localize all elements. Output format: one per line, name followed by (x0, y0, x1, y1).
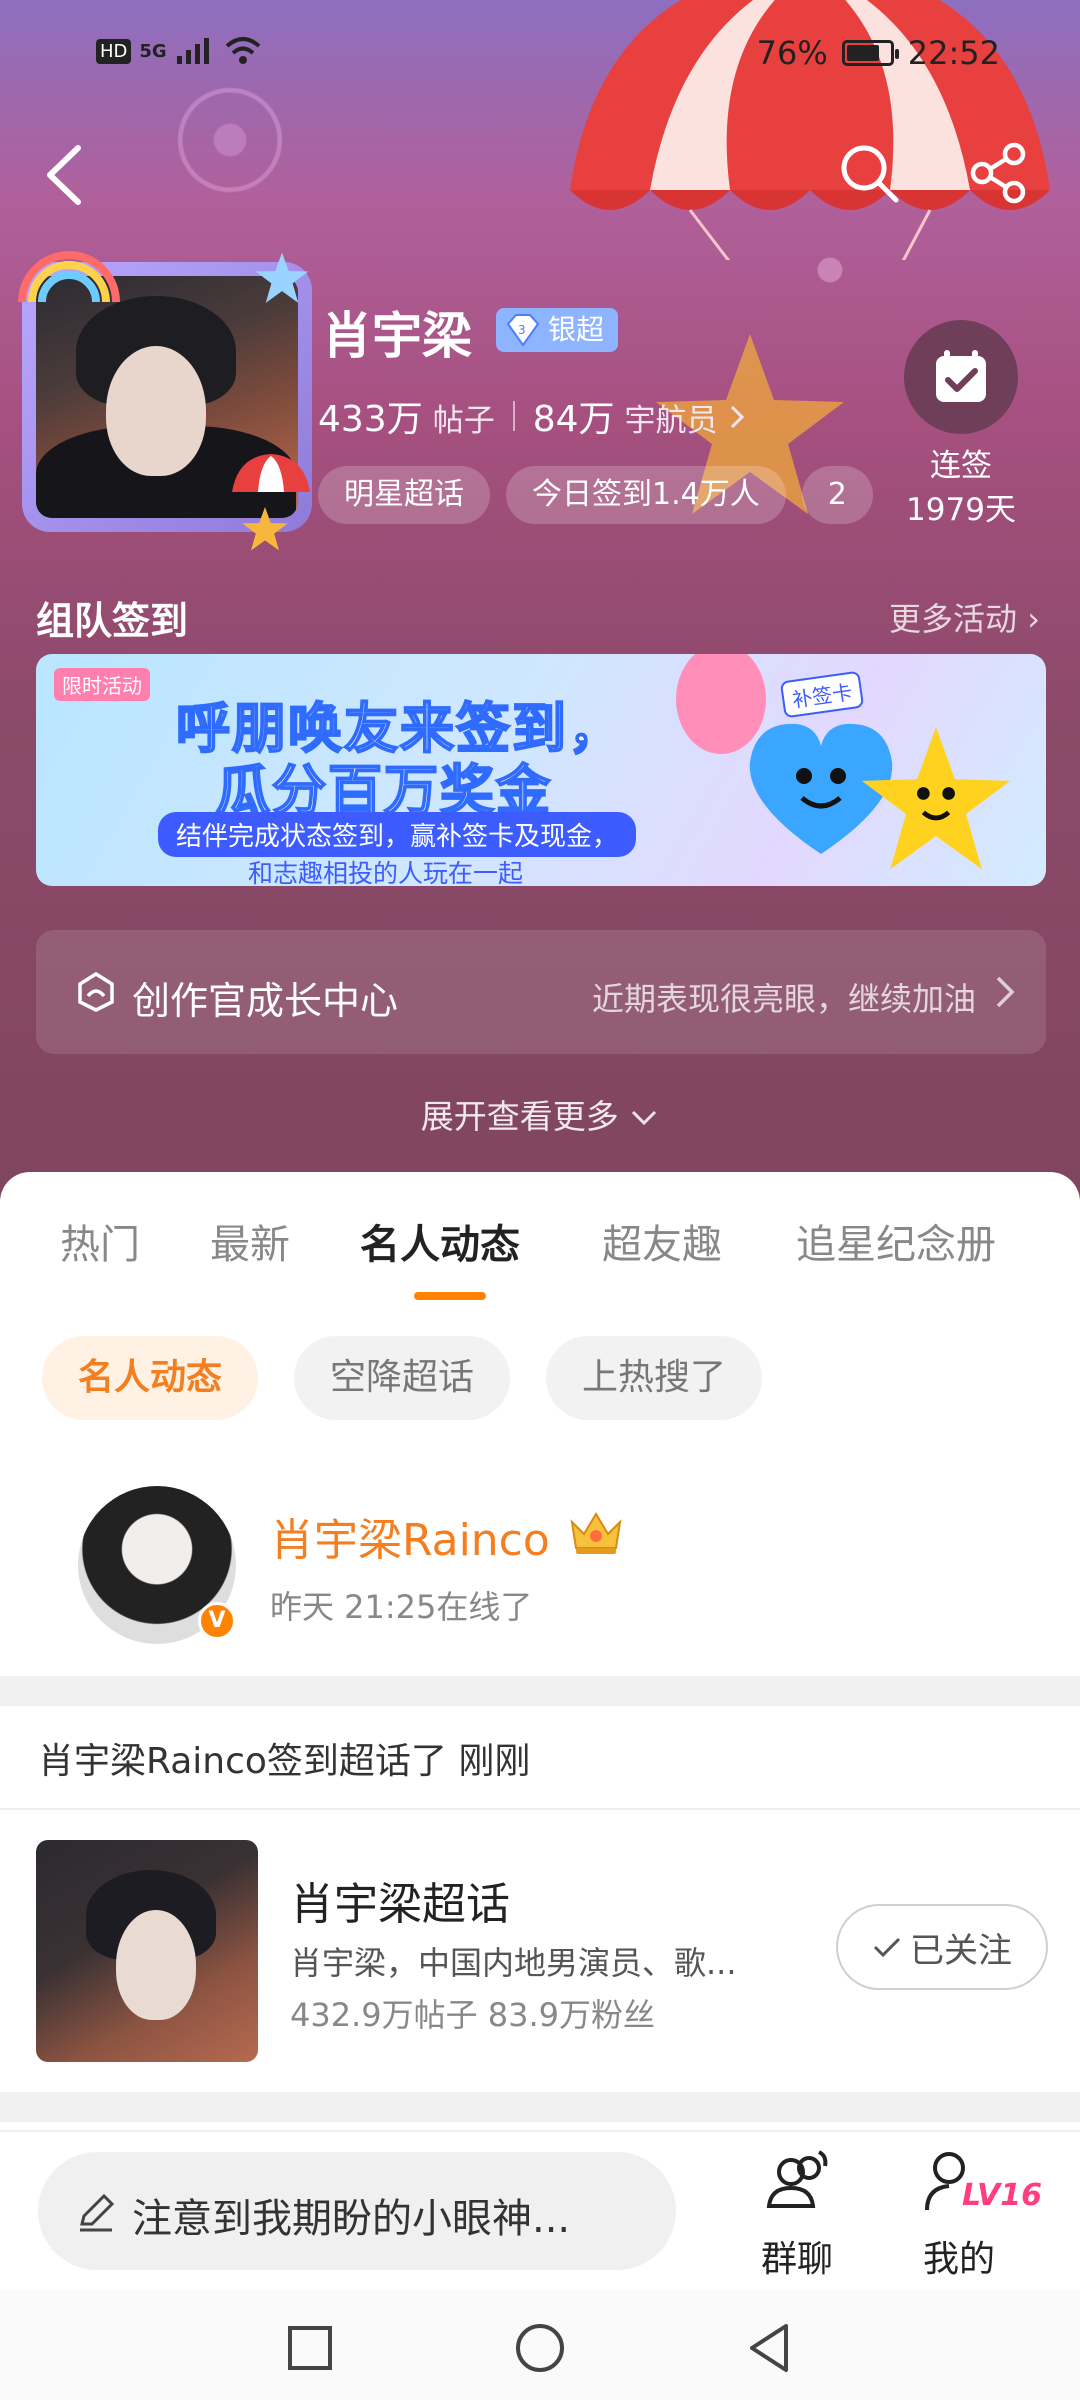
creator-center-note: 近期表现很亮眼，继续加油 (591, 980, 976, 1018)
stats-separator (512, 401, 515, 431)
star-sticker-icon (255, 252, 309, 303)
comment-placeholder: 注意到我期盼的小眼神... (132, 2196, 571, 2242)
filter-celebrity-updates[interactable]: 名人动态 (42, 1336, 259, 1420)
calendar-check-icon (936, 350, 986, 402)
section-divider (0, 2092, 1080, 2122)
recent-apps-icon[interactable] (282, 2320, 338, 2376)
celebrity-online-status: 昨天 21:25在线了 (270, 1588, 533, 1626)
chevron-right-icon (730, 405, 744, 429)
pencil-icon (80, 2193, 115, 2232)
tab-bar: 热门 最新 名人动态 超友趣 追星纪念册 (0, 1212, 1080, 1300)
tab-latest[interactable]: 最新 (210, 1212, 290, 1270)
back-arrow-icon[interactable] (36, 140, 96, 210)
comment-input[interactable]: 注意到我期盼的小眼神... (38, 2152, 676, 2270)
rank-badge-label: 银超 (548, 313, 605, 346)
section-divider (0, 1676, 1080, 1706)
share-icon[interactable] (966, 140, 1032, 206)
chip-star-topic[interactable]: 明星超话 (318, 466, 490, 524)
members-count: 84万 (532, 399, 615, 440)
chip-today-checkin[interactable]: 今日签到1.4万人 (506, 466, 786, 524)
chevron-right-icon (996, 976, 1015, 1008)
svg-text:3: 3 (518, 323, 526, 337)
members-unit: 宇航员 (624, 403, 718, 439)
tab-fan-album[interactable]: 追星纪念册 (796, 1212, 996, 1270)
bottom-action-bar: 注意到我期盼的小眼神... 群聊 LV16 我的 (0, 2130, 1080, 2290)
status-bar: HD 5G 76% 22:52 (0, 0, 1080, 110)
topic-card-stats: 432.9万帖子 83.9万粉丝 (290, 1996, 656, 2034)
creator-center-title: 创作官成长中心 (132, 979, 399, 1023)
chevron-down-icon (632, 1110, 657, 1126)
more-activity-label: 更多活动 (889, 600, 1018, 638)
checkin-label: 连签 (930, 448, 992, 484)
clock: 22:52 (907, 34, 1000, 72)
back-icon[interactable] (742, 2320, 798, 2376)
mine-button[interactable]: LV16 我的 (904, 2144, 1042, 2282)
topic-card-description: 肖宇梁，中国内地男演员、歌... (290, 1944, 737, 1982)
signal-icon: 5G (139, 40, 167, 62)
status-icons: HD 5G (96, 36, 263, 66)
group-chat-icon (766, 2150, 828, 2208)
rainbow-icon (18, 251, 120, 303)
status-right: 76% 22:52 (757, 34, 1000, 72)
expand-more-button[interactable]: 展开查看更多 (0, 1090, 1080, 1138)
tab-celebrity-updates[interactable]: 名人动态 (360, 1212, 520, 1270)
chevron-right-icon: › (1027, 600, 1040, 638)
topic-card-title[interactable]: 肖宇梁超话 (290, 1868, 510, 1932)
filter-chips: 名人动态 空降超话 上热搜了 (42, 1336, 763, 1420)
checkin-days: 1979天 (906, 492, 1016, 528)
more-activity-link[interactable]: 更多活动 › (889, 594, 1040, 640)
system-navigation-bar (0, 2290, 1080, 2400)
topic-header: HD 5G 76% 22:52 肖宇梁 3 银超 433万 帖子 84万 宇航员… (0, 0, 1080, 1200)
crown-icon (570, 1512, 622, 1554)
posts-unit: 帖子 (432, 403, 495, 439)
checkin-button[interactable] (904, 320, 1018, 434)
signal-bars-icon (176, 38, 209, 64)
banner-subtitle: 结伴完成状态签到，赢补签卡及现金， (158, 812, 637, 857)
level-badge: LV16 (962, 2178, 1042, 2213)
followed-label: 已关注 (910, 1930, 1012, 1971)
hd-icon: HD (96, 38, 132, 64)
filter-airdrop-topic[interactable]: 空降超话 (294, 1336, 511, 1420)
makeup-card-label: 补签卡 (779, 670, 865, 719)
celebrity-name[interactable]: 肖宇梁Rainco (270, 1504, 550, 1568)
home-icon[interactable] (512, 2320, 568, 2376)
star-sticker-icon (242, 506, 288, 551)
chip-more[interactable]: 2 (801, 466, 873, 524)
divider-line (0, 1808, 1080, 1810)
battery-fill (846, 45, 879, 61)
creator-center-bar[interactable]: 创作官成长中心 近期表现很亮眼，继续加油 (36, 930, 1046, 1054)
diamond-icon: 3 (506, 314, 540, 347)
battery-icon (841, 40, 899, 66)
topic-card-thumbnail[interactable] (36, 1840, 258, 2062)
active-tab-indicator (414, 1292, 486, 1300)
rank-badge[interactable]: 3 银超 (496, 308, 619, 352)
creator-icon (78, 971, 114, 1012)
topic-stats[interactable]: 433万 帖子 84万 宇航员 (318, 390, 746, 442)
team-checkin-banner[interactable]: 限时活动 呼朋唤友来签到， 瓜分百万奖金 结伴完成状态签到，赢补签卡及现金， 和… (36, 654, 1046, 886)
check-icon (873, 1937, 901, 1958)
activity-text: 肖宇梁Rainco签到超话了 刚刚 (38, 1741, 531, 1782)
mine-label: 我的 (922, 2239, 995, 2280)
search-icon[interactable] (836, 140, 902, 206)
topic-name: 肖宇梁 (322, 307, 472, 365)
checkin-streak: 连签 1979天 (890, 444, 1032, 532)
topic-chips: 明星超话 今日签到1.4万人 2 (318, 466, 873, 524)
tab-fan-fun[interactable]: 超友趣 (602, 1212, 722, 1270)
verified-badge-icon: V (198, 1602, 236, 1640)
banner-subtitle2: 和志趣相投的人玩在一起 (248, 859, 524, 886)
avatar-face (106, 346, 206, 476)
posts-count: 433万 (318, 399, 423, 440)
expand-more-label: 展开查看更多 (420, 1097, 619, 1136)
tab-hot[interactable]: 热门 (60, 1212, 140, 1270)
limited-time-tag: 限时活动 (54, 668, 150, 701)
wifi-icon (225, 37, 261, 64)
star-mascot-icon (861, 727, 1011, 870)
filter-trending[interactable]: 上热搜了 (546, 1336, 763, 1420)
battery-percent: 76% (756, 34, 828, 72)
followed-button[interactable]: 已关注 (836, 1904, 1048, 1990)
thumbnail-face (116, 1910, 196, 2020)
group-chat-label: 群聊 (760, 2239, 833, 2280)
team-checkin-title: 组队签到 (36, 599, 189, 643)
group-chat-button[interactable]: 群聊 (742, 2144, 852, 2282)
